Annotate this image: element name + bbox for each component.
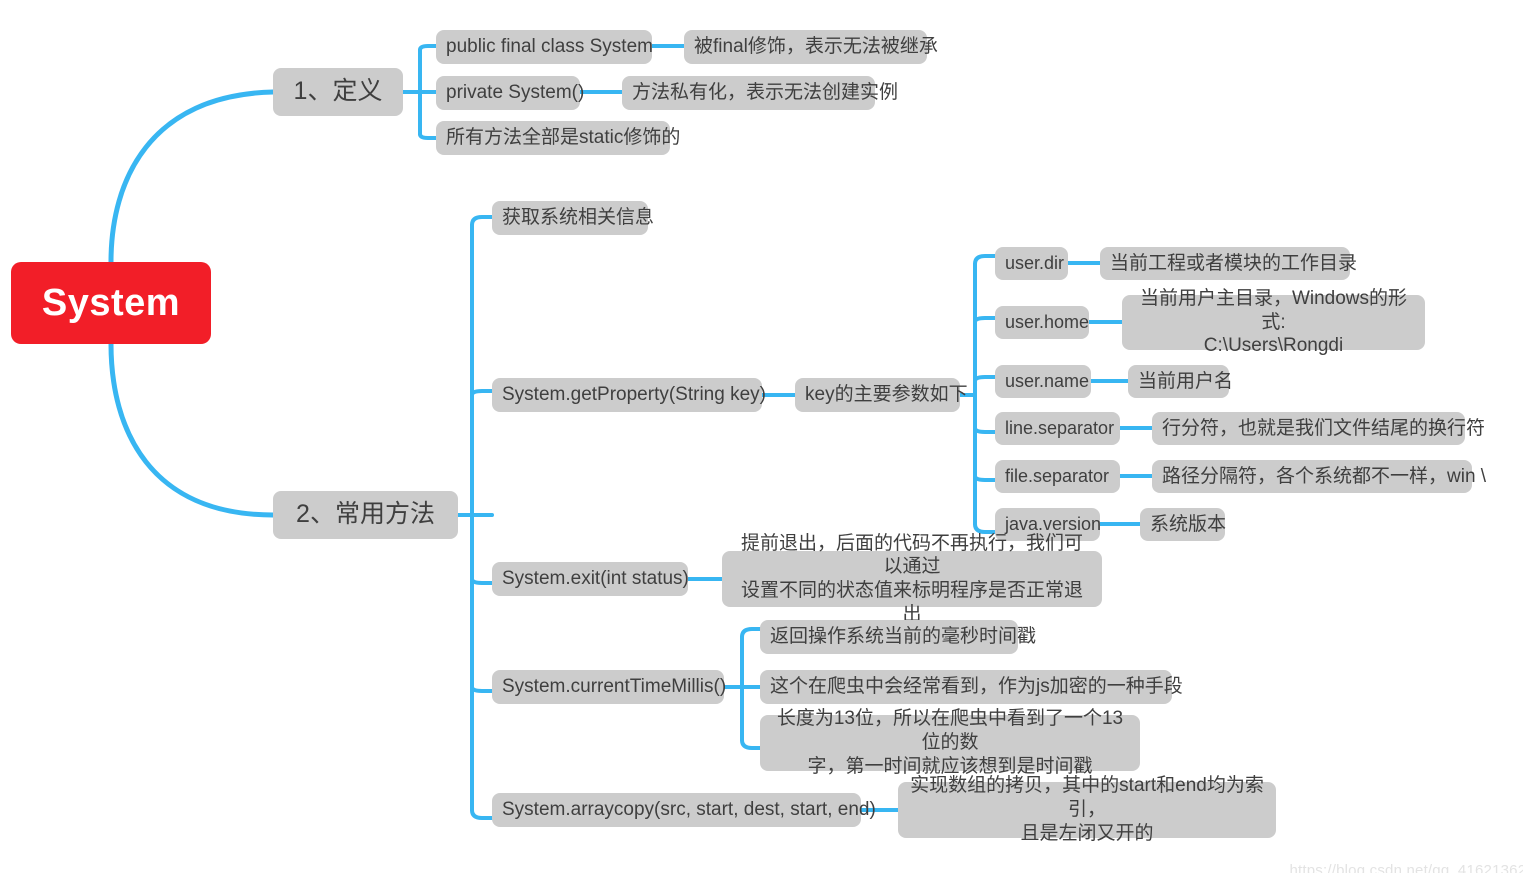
node-label-ctm-note-3: 长度为13位，所以在爬虫中看到了一个13位的数 字，第一时间就应该想到是时间戳	[776, 708, 1124, 777]
node-label-user-home: user.home	[1005, 312, 1090, 333]
node-all-static[interactable]: 所有方法全部是static修饰的	[436, 121, 680, 155]
node-user-name-note[interactable]: 当前用户名	[1128, 365, 1233, 398]
node-exit[interactable]: System.exit(int status)	[492, 562, 689, 596]
node-user-home[interactable]: user.home	[995, 306, 1089, 339]
node-label-get-property: System.getProperty(String key)	[502, 384, 766, 406]
node-label-line-separator: line.separator	[1005, 418, 1115, 439]
mindmap-canvas: System 1、定义 2、常用方法 public final class Sy…	[0, 0, 1523, 873]
watermark-text: https://blog.csdn.net/qq_41621362	[1289, 862, 1523, 873]
node-private-constructor[interactable]: private System()	[436, 76, 584, 110]
node-label-user-name: user.name	[1005, 371, 1090, 392]
node-label-final-note: 被final修饰，表示无法被继承	[694, 36, 938, 58]
node-ctm-note-1[interactable]: 返回操作系统当前的毫秒时间戳	[760, 620, 1036, 654]
node-current-time-millis[interactable]: System.currentTimeMillis()	[492, 670, 727, 704]
node-label-key-params: key的主要参数如下	[805, 384, 968, 406]
node-ctm-note-3[interactable]: 长度为13位，所以在爬虫中看到了一个13位的数 字，第一时间就应该想到是时间戳	[760, 708, 1140, 777]
node-user-home-note[interactable]: 当前用户主目录，Windows的形式: C:\Users\Rongdi	[1122, 288, 1425, 356]
node-user-name[interactable]: user.name	[995, 365, 1091, 398]
node-label-ctm-note-2: 这个在爬虫中会经常看到，作为js加密的一种手段	[770, 676, 1183, 698]
node-get-property[interactable]: System.getProperty(String key)	[492, 378, 766, 412]
node-file-separator-note[interactable]: 路径分隔符，各个系统都不一样，win \	[1152, 460, 1486, 493]
branch-node-common-methods[interactable]: 2、常用方法	[273, 491, 458, 539]
node-user-dir-note[interactable]: 当前工程或者模块的工作目录	[1100, 247, 1357, 280]
node-label-current-time-millis: System.currentTimeMillis()	[502, 676, 727, 698]
node-ctm-note-2[interactable]: 这个在爬虫中会经常看到，作为js加密的一种手段	[760, 670, 1183, 704]
node-label-public-final-class: public final class System	[446, 36, 653, 58]
root-label: System	[41, 281, 181, 324]
node-file-separator[interactable]: file.separator	[995, 460, 1120, 493]
node-label-file-separator: file.separator	[1005, 466, 1110, 487]
node-label-arraycopy: System.arraycopy(src, start, dest, start…	[502, 799, 876, 821]
node-label-private-constructor: private System()	[446, 82, 585, 104]
node-label-exit-note: 提前退出，后面的代码不再执行，我们可以通过 设置不同的状态值来标明程序是否正常退…	[740, 532, 1083, 625]
node-label-user-dir-note: 当前工程或者模块的工作目录	[1110, 252, 1358, 274]
node-exit-note[interactable]: 提前退出，后面的代码不再执行，我们可以通过 设置不同的状态值来标明程序是否正常退…	[722, 533, 1102, 625]
node-label-line-separator-note: 行分符，也就是我们文件结尾的换行符	[1162, 417, 1486, 439]
node-line-separator[interactable]: line.separator	[995, 412, 1120, 445]
watermark: https://blog.csdn.net/qq_41621362	[1272, 845, 1523, 873]
node-key-params[interactable]: key的主要参数如下	[795, 378, 968, 412]
node-arraycopy-note[interactable]: 实现数组的拷贝，其中的start和end均为索引， 且是左闭又开的	[898, 775, 1276, 844]
node-label-user-home-note: 当前用户主目录，Windows的形式: C:\Users\Rongdi	[1139, 287, 1408, 357]
node-label-private-note: 方法私有化，表示无法创建实例	[632, 82, 899, 104]
node-user-dir[interactable]: user.dir	[995, 247, 1068, 280]
branch-node-definition[interactable]: 1、定义	[273, 68, 403, 116]
node-java-version-note[interactable]: 系统版本	[1140, 508, 1227, 541]
node-label-file-separator-note: 路径分隔符，各个系统都不一样，win \	[1162, 465, 1487, 487]
node-final-note[interactable]: 被final修饰，表示无法被继承	[684, 30, 938, 64]
node-label-ctm-note-1: 返回操作系统当前的毫秒时间戳	[770, 626, 1037, 648]
node-private-note[interactable]: 方法私有化，表示无法创建实例	[622, 76, 898, 110]
node-label-exit: System.exit(int status)	[502, 568, 689, 590]
node-label-get-system-info: 获取系统相关信息	[502, 207, 655, 229]
node-label-all-static: 所有方法全部是static修饰的	[446, 127, 681, 149]
branch-label-definition: 1、定义	[293, 77, 383, 106]
node-public-final-class[interactable]: public final class System	[436, 30, 653, 64]
node-arraycopy[interactable]: System.arraycopy(src, start, dest, start…	[492, 793, 876, 827]
branch-label-common-methods: 2、常用方法	[296, 500, 435, 529]
node-label-user-dir: user.dir	[1005, 253, 1065, 274]
node-label-arraycopy-note: 实现数组的拷贝，其中的start和end均为索引， 且是左闭又开的	[910, 775, 1264, 844]
node-label-user-name-note: 当前用户名	[1138, 370, 1234, 392]
node-get-system-info[interactable]: 获取系统相关信息	[492, 201, 654, 235]
node-line-separator-note[interactable]: 行分符，也就是我们文件结尾的换行符	[1152, 412, 1485, 445]
node-label-java-version-note: 系统版本	[1150, 513, 1227, 535]
root-node[interactable]: System	[11, 262, 211, 344]
